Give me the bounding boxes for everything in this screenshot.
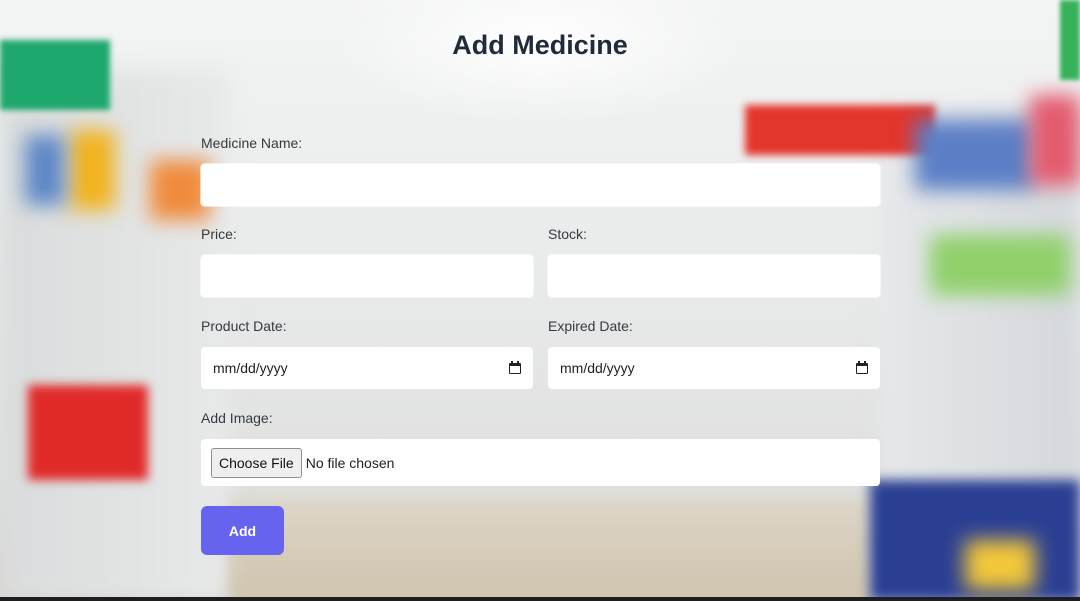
image-file-input[interactable]: Choose File No file chosen [201, 439, 880, 486]
stock-input[interactable] [548, 255, 880, 297]
price-group: Price: [201, 226, 533, 318]
calendar-icon[interactable] [856, 361, 868, 374]
price-label: Price: [201, 226, 237, 242]
product-date-group: Product Date: mm/dd/yyyy [201, 318, 533, 410]
medicine-name-label: Medicine Name: [201, 135, 303, 151]
page-title: Add Medicine [452, 30, 628, 60]
medicine-name-input[interactable] [201, 164, 880, 206]
stock-label: Stock: [548, 226, 587, 242]
choose-file-button[interactable]: Choose File [211, 447, 302, 478]
expired-date-label: Expired Date: [548, 318, 633, 334]
product-date-value: mm/dd/yyyy [213, 360, 288, 376]
price-stock-row: Price: Stock: [201, 226, 880, 318]
add-image-label: Add Image: [201, 410, 273, 426]
add-medicine-form: Medicine Name: Price: Stock: Product Dat… [201, 135, 880, 555]
image-group: Add Image: Choose File No file chosen [201, 410, 880, 486]
calendar-icon[interactable] [509, 361, 521, 374]
product-date-label: Product Date: [201, 318, 287, 334]
stock-group: Stock: [548, 226, 880, 318]
add-button[interactable]: Add [201, 506, 284, 555]
file-status-text: No file chosen [305, 454, 395, 471]
expired-date-input[interactable]: mm/dd/yyyy [548, 347, 880, 389]
product-date-input[interactable]: mm/dd/yyyy [201, 347, 533, 389]
price-input[interactable] [201, 255, 533, 297]
medicine-name-group: Medicine Name: [201, 135, 880, 226]
expired-date-value: mm/dd/yyyy [560, 360, 635, 376]
dates-row: Product Date: mm/dd/yyyy Expired Date: m… [201, 318, 880, 410]
expired-date-group: Expired Date: mm/dd/yyyy [548, 318, 880, 410]
